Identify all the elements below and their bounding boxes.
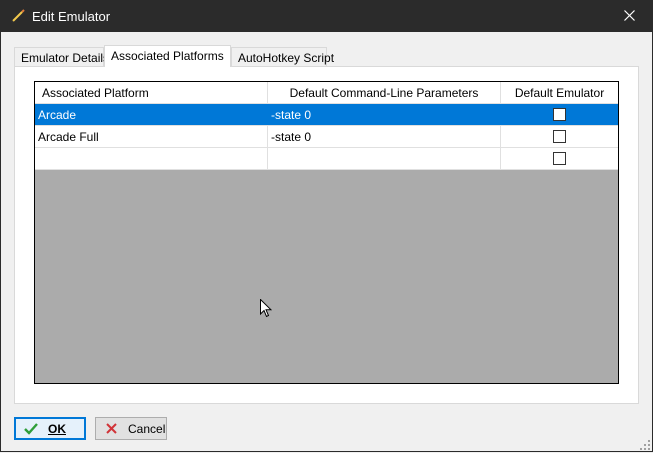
default-emulator-cell <box>501 126 618 147</box>
pencil-icon <box>10 8 26 24</box>
column-header-associated-platform[interactable]: Associated Platform <box>35 82 268 104</box>
params-cell[interactable]: -state 0 <box>268 104 501 125</box>
ok-label: OK <box>48 421 66 436</box>
tab-autohotkey-script[interactable]: AutoHotkey Script <box>231 47 334 66</box>
platform-cell[interactable] <box>35 148 268 169</box>
default-emulator-checkbox[interactable] <box>553 130 566 143</box>
title-bar[interactable]: Edit Emulator <box>1 1 652 32</box>
edit-emulator-dialog: Edit Emulator Emulator Details Associate… <box>0 0 653 452</box>
platform-cell[interactable]: Arcade Full <box>35 126 268 147</box>
ok-button[interactable]: OK <box>14 417 86 440</box>
params-cell[interactable] <box>268 148 501 169</box>
platform-cell[interactable]: Arcade <box>35 104 268 125</box>
x-icon <box>104 422 118 436</box>
default-emulator-cell <box>501 104 618 125</box>
resize-grip-icon[interactable] <box>640 439 650 450</box>
cancel-button[interactable]: Cancel <box>95 417 167 440</box>
window-title: Edit Emulator <box>32 9 111 24</box>
params-cell[interactable]: -state 0 <box>268 126 501 147</box>
default-emulator-cell <box>501 148 618 169</box>
cancel-label: Cancel <box>128 421 166 436</box>
check-icon <box>24 422 38 436</box>
platforms-grid[interactable]: Associated Platform Default Command-Line… <box>34 81 619 384</box>
grid-header: Associated Platform Default Command-Line… <box>35 82 618 104</box>
close-icon <box>623 9 635 24</box>
tab-emulator-details[interactable]: Emulator Details <box>14 47 109 66</box>
mouse-cursor-icon <box>260 298 273 318</box>
default-emulator-checkbox[interactable] <box>553 108 566 121</box>
table-row[interactable]: Arcade -state 0 <box>35 104 618 126</box>
column-header-command-line-parameters[interactable]: Default Command-Line Parameters <box>268 82 501 104</box>
default-emulator-checkbox[interactable] <box>553 152 566 165</box>
associated-platforms-panel: Associated Platform Default Command-Line… <box>14 66 639 404</box>
tab-associated-platforms[interactable]: Associated Platforms <box>104 45 231 67</box>
close-button[interactable] <box>606 1 652 32</box>
table-row[interactable]: Arcade Full -state 0 <box>35 126 618 148</box>
column-header-default-emulator[interactable]: Default Emulator <box>501 82 618 104</box>
new-row[interactable] <box>35 148 618 170</box>
